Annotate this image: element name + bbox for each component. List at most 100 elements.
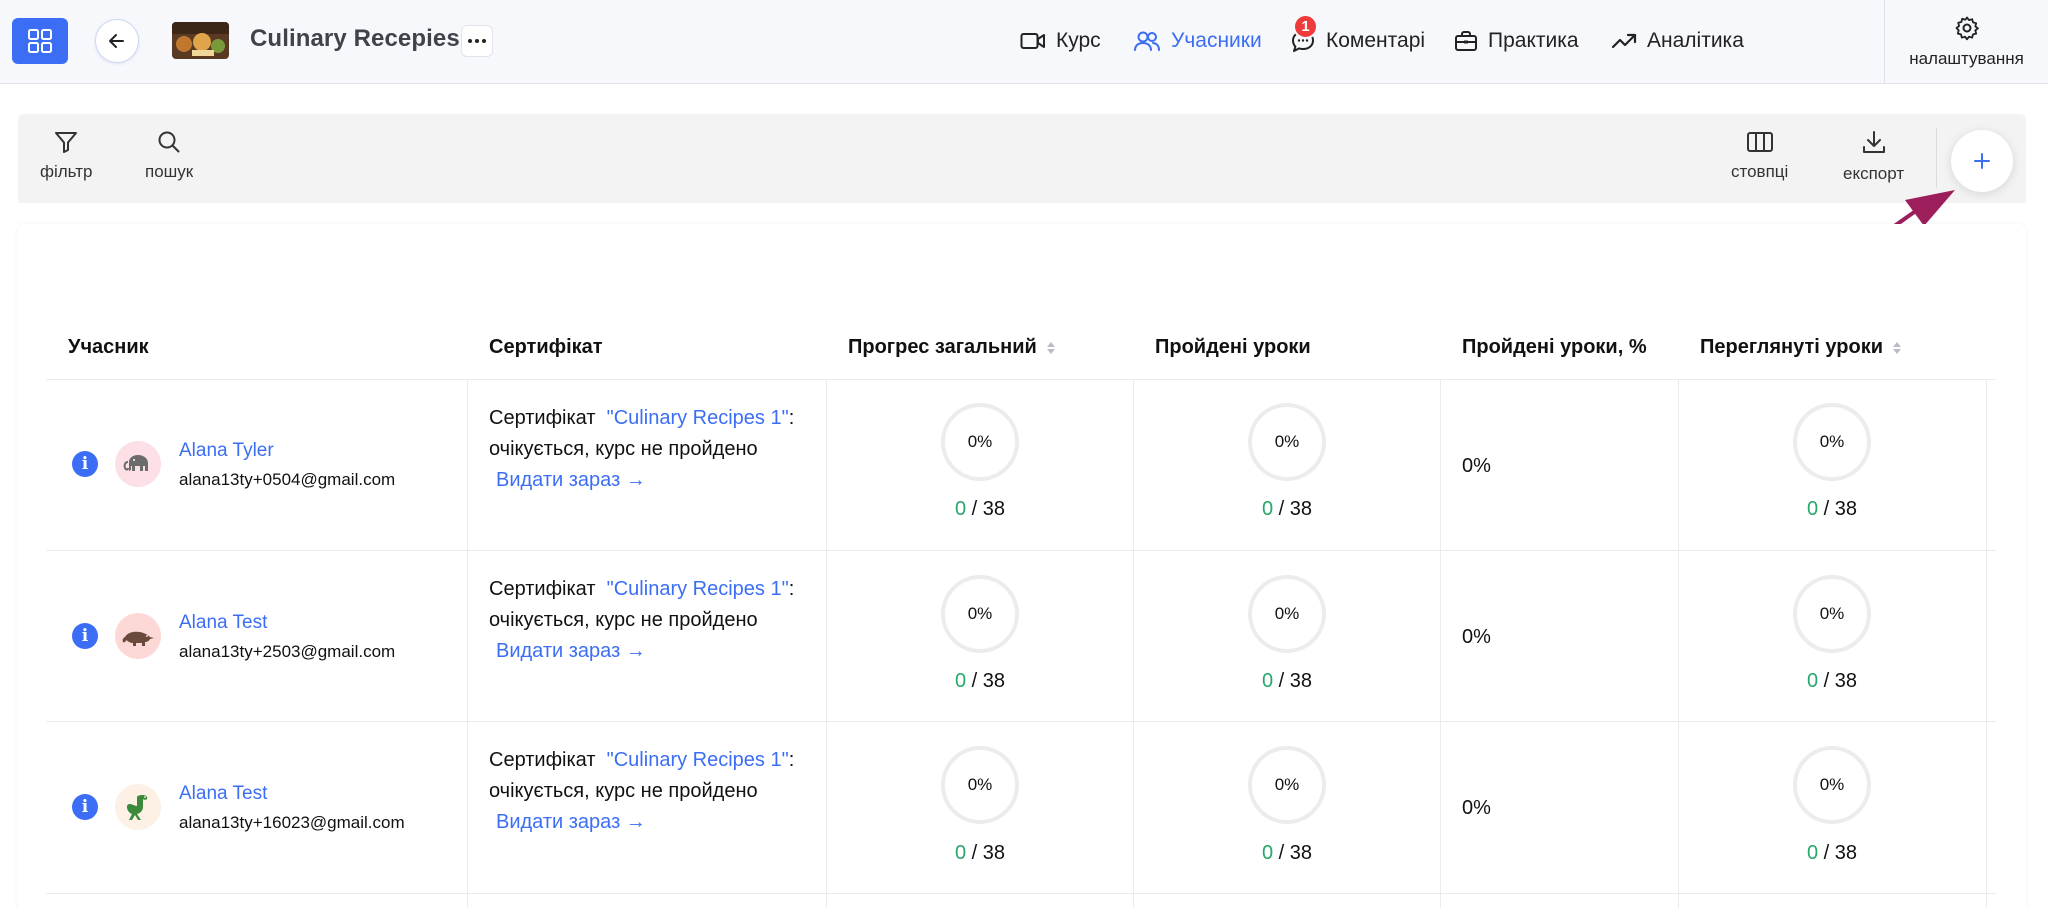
viewed-ring: 0% xyxy=(1793,746,1871,824)
lessons-percent: 0% xyxy=(1462,626,1491,648)
search-icon xyxy=(158,131,180,153)
search-button[interactable]: пошук xyxy=(145,130,193,182)
elephant-icon xyxy=(123,455,148,471)
progress-ring: 0% xyxy=(941,403,1019,481)
info-icon[interactable]: i xyxy=(72,623,98,649)
column-divider xyxy=(1133,380,1134,908)
column-divider xyxy=(826,380,827,908)
nav-analytics[interactable]: Аналітика xyxy=(1611,24,1744,58)
progress-count: 0 / 38 xyxy=(954,842,1006,864)
column-header-progress[interactable]: Прогрес загальний xyxy=(848,336,1055,359)
column-header-lessons-completed[interactable]: Пройдені уроки xyxy=(1155,336,1311,359)
download-icon xyxy=(1862,131,1885,153)
column-header-lessons-completed-pct[interactable]: Пройдені уроки, % xyxy=(1462,336,1647,359)
table-divider xyxy=(46,550,1996,551)
export-button[interactable]: експорт xyxy=(1843,130,1904,184)
participant-email: alana13ty+2503@gmail.com xyxy=(179,642,396,661)
participants-table-card xyxy=(18,224,2026,908)
nav-course[interactable]: Курс xyxy=(1020,24,1101,58)
settings-button[interactable]: налаштування xyxy=(1884,0,2048,84)
comments-count-badge: 1 xyxy=(1293,14,1318,39)
settings-label: налаштування xyxy=(1909,49,2024,68)
grid-icon xyxy=(28,29,52,53)
certificate-info: Сертифікат "Culinary Recipes 1": очікуєт… xyxy=(489,745,819,838)
search-label: пошук xyxy=(145,162,194,181)
table-divider xyxy=(46,721,1996,722)
column-divider xyxy=(467,380,468,908)
more-dots-icon xyxy=(468,39,472,43)
arrow-left-icon xyxy=(109,34,124,48)
filter-button[interactable]: фільтр xyxy=(40,130,92,182)
users-icon xyxy=(1134,31,1160,51)
nav-course-label: Курс xyxy=(1056,29,1101,52)
apps-menu-button[interactable] xyxy=(12,18,68,64)
export-label: експорт xyxy=(1843,164,1905,183)
viewed-count: 0 / 38 xyxy=(1806,670,1858,692)
avatar[interactable] xyxy=(115,784,161,830)
viewed-ring: 0% xyxy=(1793,575,1871,653)
progress-count: 0 / 38 xyxy=(954,670,1006,692)
progress-ring: 0% xyxy=(941,746,1019,824)
certificate-info: Сертифікат "Culinary Recipes 1": очікуєт… xyxy=(489,403,819,496)
table-divider xyxy=(46,379,1996,380)
avatar[interactable] xyxy=(115,613,161,659)
toolbar-divider xyxy=(1936,128,1937,188)
lessons-ring: 0% xyxy=(1248,403,1326,481)
nav-analytics-label: Аналітика xyxy=(1647,29,1744,52)
certificate-link[interactable]: "Culinary Recipes 1" xyxy=(607,749,789,771)
lessons-count: 0 / 38 xyxy=(1261,498,1313,520)
lessons-count: 0 / 38 xyxy=(1261,670,1313,692)
participant-email: alana13ty+0504@gmail.com xyxy=(179,470,396,489)
filter-icon xyxy=(55,132,78,153)
table-toolbar: фільтр пошук стовпці експорт xyxy=(18,114,2026,203)
participant-name-link[interactable]: Alana Test xyxy=(179,783,267,805)
avatar[interactable] xyxy=(115,441,161,487)
issue-certificate-link[interactable]: Видати зараз → xyxy=(489,465,819,496)
lessons-percent: 0% xyxy=(1462,797,1491,819)
add-participant-button[interactable] xyxy=(1951,130,2013,192)
columns-icon xyxy=(1746,132,1773,152)
anteater-icon xyxy=(122,631,154,646)
trending-up-icon xyxy=(1611,33,1637,49)
certificate-link[interactable]: "Culinary Recipes 1" xyxy=(607,407,789,429)
progress-ring: 0% xyxy=(941,575,1019,653)
column-divider xyxy=(1986,380,1987,908)
lessons-ring: 0% xyxy=(1248,746,1326,824)
nav-practice[interactable]: Практика xyxy=(1454,24,1579,58)
participant-name-link[interactable]: Alana Tyler xyxy=(179,440,274,462)
info-icon[interactable]: i xyxy=(72,794,98,820)
top-header: Culinary Recepies Курс Учасники Коментар… xyxy=(0,0,2048,84)
issue-certificate-link[interactable]: Видати зараз → xyxy=(489,636,819,667)
nav-practice-label: Практика xyxy=(1488,29,1579,52)
back-button[interactable] xyxy=(95,19,139,63)
course-options-button[interactable] xyxy=(461,25,493,57)
gear-icon xyxy=(1955,16,1979,41)
nav-participants-label: Учасники xyxy=(1171,29,1262,52)
info-icon[interactable]: i xyxy=(72,451,98,477)
course-thumbnail xyxy=(172,22,229,59)
video-camera-icon xyxy=(1020,33,1045,49)
progress-count: 0 / 38 xyxy=(954,498,1006,520)
column-header-certificate[interactable]: Сертифікат xyxy=(489,336,603,359)
column-header-participant[interactable]: Учасник xyxy=(68,336,149,359)
nav-comments-label: Коментарі xyxy=(1326,29,1426,52)
sort-icon[interactable] xyxy=(1893,341,1901,354)
filter-label: фільтр xyxy=(40,162,93,181)
table-divider xyxy=(46,893,1996,894)
certificate-link[interactable]: "Culinary Recipes 1" xyxy=(607,578,789,600)
participant-email: alana13ty+16023@gmail.com xyxy=(179,813,405,832)
certificate-info: Сертифікат "Culinary Recipes 1": очікуєт… xyxy=(489,574,819,667)
column-divider xyxy=(1440,380,1441,908)
columns-button[interactable]: стовпці xyxy=(1731,130,1788,182)
plus-icon xyxy=(1974,153,1990,169)
viewed-count: 0 / 38 xyxy=(1806,842,1858,864)
nav-participants[interactable]: Учасники xyxy=(1133,24,1262,58)
participant-name-link[interactable]: Alana Test xyxy=(179,612,267,634)
viewed-count: 0 / 38 xyxy=(1806,498,1858,520)
column-header-lessons-viewed[interactable]: Переглянуті уроки xyxy=(1700,336,1901,359)
issue-certificate-link[interactable]: Видати зараз → xyxy=(489,807,819,838)
column-divider xyxy=(1678,380,1679,908)
lessons-ring: 0% xyxy=(1248,575,1326,653)
viewed-ring: 0% xyxy=(1793,403,1871,481)
sort-icon[interactable] xyxy=(1046,341,1055,354)
